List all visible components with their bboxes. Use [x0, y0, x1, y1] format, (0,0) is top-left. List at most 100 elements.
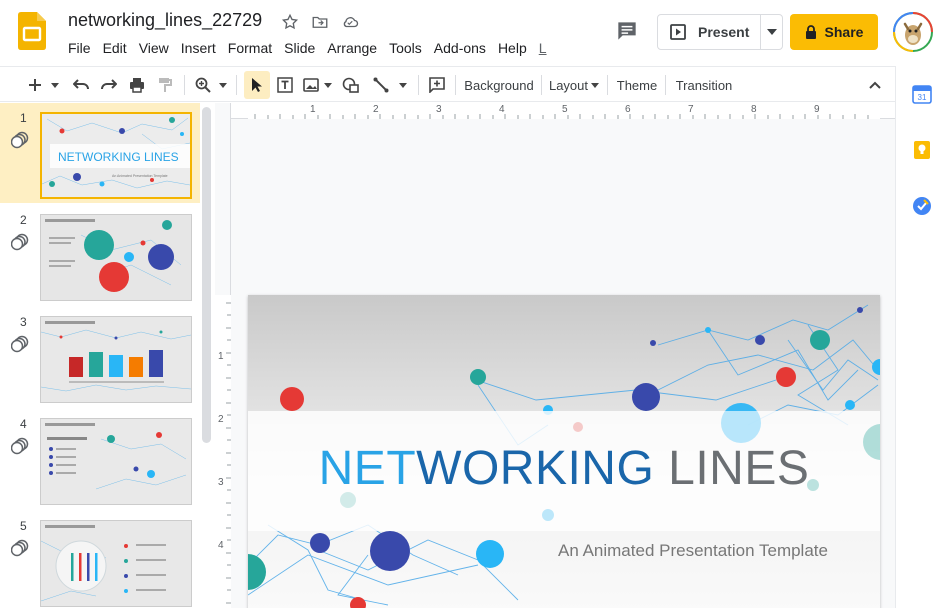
shape-button[interactable]: [340, 71, 362, 99]
ruler-label: 6: [625, 104, 631, 115]
filmstrip-scrollbar[interactable]: [202, 107, 211, 443]
zoom-button[interactable]: [192, 71, 214, 99]
add-comment-icon: [429, 77, 445, 93]
chevron-down-icon: [766, 29, 777, 35]
share-label: Share: [824, 24, 864, 40]
slide-thumbnail[interactable]: [40, 520, 192, 607]
layout-label: Layout: [548, 77, 589, 93]
move-folder-icon[interactable]: [310, 12, 330, 32]
menu-format[interactable]: Format: [222, 38, 278, 58]
insert-image-button[interactable]: [300, 71, 322, 99]
text-box-button[interactable]: [274, 71, 296, 99]
slide-thumbnail[interactable]: [40, 214, 192, 301]
line-button[interactable]: [370, 71, 392, 99]
current-slide[interactable]: NETWORKING LINES An Animated Presentatio…: [248, 295, 880, 608]
paint-format-button[interactable]: [154, 71, 176, 99]
slide-number: 1: [20, 111, 27, 125]
text-box-icon: [277, 77, 293, 93]
toolbar-divider: [455, 75, 456, 95]
slide-subtitle[interactable]: An Animated Presentation Template: [558, 541, 828, 561]
slide-thumbnail[interactable]: [40, 418, 192, 505]
account-avatar[interactable]: [893, 12, 933, 52]
slides-app: networking_lines_22729 File Edit View In…: [0, 0, 947, 608]
toolbar-divider: [184, 75, 185, 95]
present-options-button[interactable]: [761, 15, 782, 49]
slide-thumbnail[interactable]: [40, 316, 192, 403]
new-slide-button[interactable]: [24, 71, 46, 99]
menu-addons[interactable]: Add-ons: [428, 38, 492, 58]
slides-logo-icon[interactable]: [18, 12, 46, 50]
side-panel: 31: [895, 66, 947, 608]
redo-icon: [101, 79, 117, 90]
keep-icon[interactable]: [912, 140, 932, 160]
zoom-icon: [195, 77, 211, 93]
ruler-label: 2: [373, 104, 379, 115]
chevron-up-icon: [869, 81, 881, 89]
new-slide-layout-button[interactable]: [48, 71, 62, 99]
ruler-label: 1: [310, 104, 316, 115]
lock-icon: [805, 25, 816, 39]
menu-bar: File Edit View Insert Format Slide Arran…: [62, 38, 553, 58]
slide-title-part3: LINES: [654, 442, 810, 495]
menu-slide[interactable]: Slide: [278, 38, 321, 58]
slide-thumbnail[interactable]: NETWORKING LINES An Animated Presentatio…: [40, 112, 192, 199]
insert-comment-button[interactable]: [426, 71, 448, 99]
toolbar-divider: [418, 75, 419, 95]
ruler-label: 3: [218, 477, 224, 488]
caret-down-icon: [51, 82, 59, 88]
menu-view[interactable]: View: [133, 38, 175, 58]
menu-tools[interactable]: Tools: [383, 38, 428, 58]
slide-editor-canvas[interactable]: NETWORKING LINES An Animated Presentatio…: [231, 119, 895, 608]
calendar-icon[interactable]: 31: [912, 84, 932, 104]
share-button[interactable]: Share: [790, 14, 878, 50]
ruler-label: 1: [218, 351, 224, 362]
zoom-menu-button[interactable]: [216, 71, 230, 99]
ruler-label: 4: [218, 540, 224, 551]
filmstrip-slide-4[interactable]: 4: [0, 409, 200, 509]
cloud-saved-icon[interactable]: [340, 12, 360, 32]
theme-button[interactable]: Theme: [614, 71, 660, 99]
image-icon: [303, 78, 319, 92]
toolbar-divider: [541, 75, 542, 95]
tasks-icon[interactable]: [912, 196, 932, 216]
present-button[interactable]: Present: [658, 15, 761, 49]
filmstrip-slide-5[interactable]: 5: [0, 511, 200, 608]
transition-button[interactable]: Transition: [672, 71, 736, 99]
present-icon: [670, 24, 686, 40]
line-menu-button[interactable]: [396, 71, 410, 99]
ruler-label: 3: [436, 104, 442, 115]
horizontal-ruler: 1 2 3 4 5 6 7 8 9: [231, 103, 895, 119]
app-header: networking_lines_22729 File Edit View In…: [0, 0, 947, 64]
thumb-title: NETWORKING LINES: [58, 150, 179, 164]
slide-title-part2: WORKING: [416, 442, 655, 495]
select-tool-button[interactable]: [244, 71, 270, 99]
slide-title[interactable]: NETWORKING LINES: [248, 441, 880, 496]
animation-icon: [10, 233, 29, 251]
print-button[interactable]: [126, 71, 148, 99]
caret-down-icon: [591, 82, 600, 88]
collapse-toolbar-button[interactable]: [864, 71, 886, 99]
background-button[interactable]: Background: [462, 71, 536, 99]
redo-button[interactable]: [98, 71, 120, 99]
animation-icon: [10, 437, 29, 455]
menu-edit[interactable]: Edit: [97, 38, 133, 58]
filmstrip-slide-2[interactable]: 2: [0, 205, 200, 305]
filmstrip-slide-3[interactable]: 3: [0, 307, 200, 407]
ruler-label: 9: [814, 104, 820, 115]
undo-icon: [73, 79, 89, 90]
layout-button[interactable]: Layout: [548, 71, 600, 99]
menu-last-edit[interactable]: L: [533, 38, 553, 58]
toolbar-divider: [236, 75, 237, 95]
document-title[interactable]: networking_lines_22729: [68, 10, 262, 31]
undo-button[interactable]: [70, 71, 92, 99]
menu-help[interactable]: Help: [492, 38, 533, 58]
slide-number: 3: [20, 315, 27, 329]
menu-file[interactable]: File: [62, 38, 97, 58]
image-menu-button[interactable]: [322, 71, 334, 99]
menu-arrange[interactable]: Arrange: [321, 38, 383, 58]
comment-history-icon[interactable]: [614, 18, 640, 44]
menu-insert[interactable]: Insert: [175, 38, 222, 58]
slide-title-part1: NET: [318, 442, 417, 495]
filmstrip-slide-1[interactable]: 1 NETWORKING LINES An Animated Presentat…: [0, 103, 200, 203]
star-icon[interactable]: [280, 12, 300, 32]
